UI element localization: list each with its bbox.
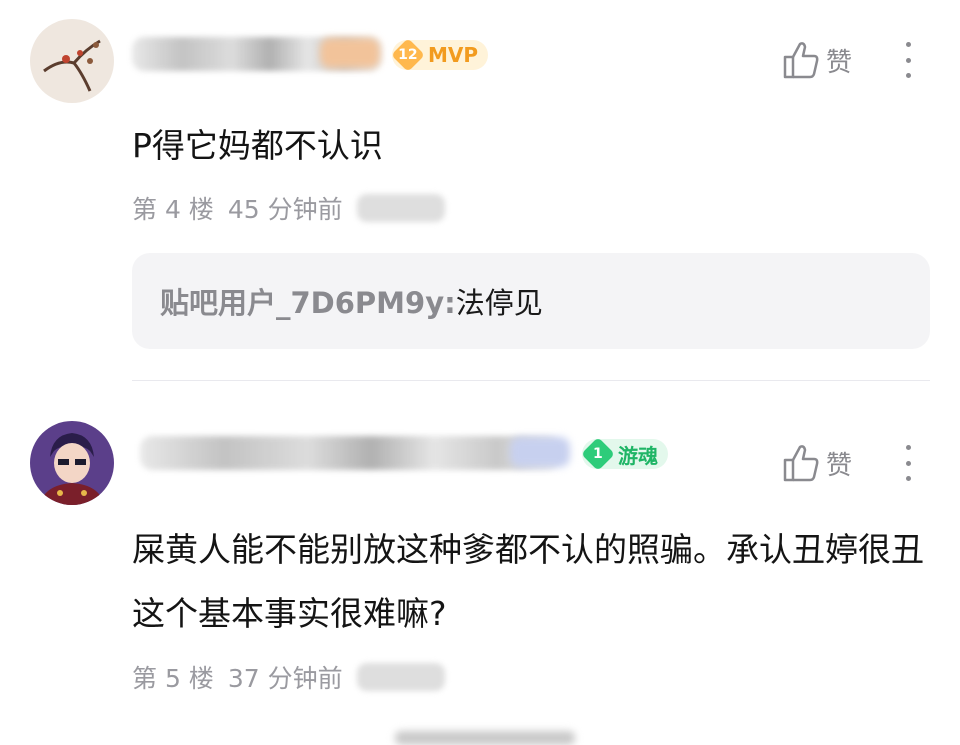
more-vertical-icon[interactable] — [896, 40, 920, 80]
comment-meta: 第 4 楼 45 分钟前 — [132, 190, 445, 226]
post-time: 37 分钟前 — [227, 664, 343, 693]
like-label: 赞 — [826, 47, 853, 78]
comment-text: P得它妈都不认识 — [132, 126, 383, 165]
like-label: 赞 — [826, 450, 853, 481]
like-button[interactable]: 赞 — [782, 40, 852, 80]
level-diamond-icon: 1 — [581, 437, 615, 471]
location-blurred — [356, 663, 445, 691]
avatar[interactable] — [30, 421, 114, 505]
comment-item: 12 MVP 赞 P得它妈都不认识 第 4 楼 45 分钟前 贴吧用户_7D6P… — [0, 0, 960, 380]
post-time: 45 分钟前 — [227, 195, 343, 224]
cut-off-content — [395, 731, 575, 745]
thumbs-up-icon — [783, 42, 819, 79]
like-button[interactable]: 赞 — [782, 443, 852, 483]
username-blurred[interactable] — [140, 436, 560, 470]
floor-number: 第 4 楼 — [132, 195, 214, 224]
comment-text: 屎黄人能不能别放这种爹都不认的照骗。承认丑婷很丑这个基本事实很难嘛? — [132, 530, 924, 633]
thumbs-up-icon — [783, 445, 819, 482]
reply-username[interactable]: 贴吧用户_7D6PM9y: — [160, 280, 456, 322]
badge-label: MVP — [428, 43, 479, 67]
level-badge[interactable]: 12 MVP — [391, 38, 489, 72]
level-badge[interactable]: 1 游魂 — [581, 437, 668, 471]
floor-number: 第 5 楼 — [132, 664, 214, 693]
avatar[interactable] — [30, 19, 114, 103]
reply-text: 法停见 — [455, 286, 543, 320]
comment-meta: 第 5 楼 37 分钟前 — [132, 659, 445, 695]
username-blurred-tail — [320, 38, 380, 68]
level-diamond-icon: 12 — [391, 38, 425, 72]
comment-item: 1 游魂 赞 屎黄人能不能别放这种爹都不认的照骗。承认丑婷很丑这个基本事实很难嘛… — [0, 381, 960, 745]
reply-preview[interactable]: 贴吧用户_7D6PM9y: 法停见 — [132, 253, 930, 349]
more-vertical-icon[interactable] — [896, 443, 920, 483]
username-blurred-tail — [510, 437, 570, 467]
badge-label: 游魂 — [618, 443, 658, 468]
location-blurred — [356, 194, 445, 222]
